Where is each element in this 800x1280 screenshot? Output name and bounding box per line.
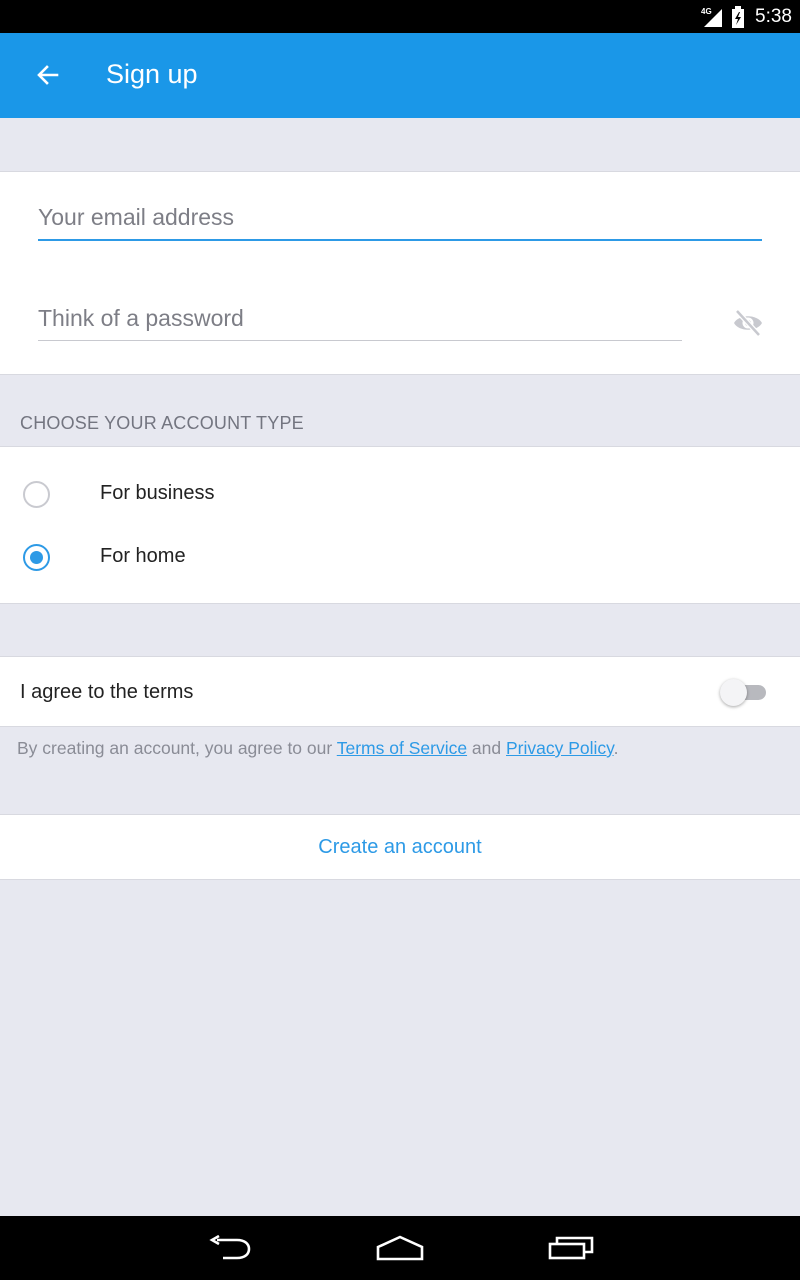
status-time: 5:38	[755, 5, 792, 27]
terms-label: I agree to the terms	[20, 681, 194, 703]
cellular-signal-icon: 4G	[701, 7, 723, 27]
system-nav-bar	[0, 1216, 800, 1280]
radio-business[interactable]	[23, 481, 50, 508]
legal-prefix: By creating an account, you agree to our	[17, 738, 337, 758]
terms-toggle[interactable]	[720, 678, 768, 706]
battery-icon	[732, 5, 745, 28]
back-icon	[209, 1235, 251, 1260]
create-account-button[interactable]: Create an account	[0, 814, 800, 880]
radio-home[interactable]	[23, 544, 50, 571]
privacy-policy-link[interactable]: Privacy Policy	[506, 738, 614, 758]
back-button[interactable]	[26, 53, 70, 97]
terms-of-service-link[interactable]: Terms of Service	[337, 738, 467, 758]
radio-option-home[interactable]: For home	[0, 527, 800, 587]
status-bar: 4G 5:38	[0, 0, 800, 33]
nav-home-button[interactable]	[370, 1226, 430, 1270]
radio-option-business[interactable]: For business	[0, 464, 800, 524]
nav-recents-button[interactable]	[541, 1226, 601, 1270]
legal-suffix: .	[613, 738, 619, 758]
eye-off-icon	[734, 309, 762, 337]
home-icon	[376, 1235, 424, 1261]
status-icons: 4G 5:38	[701, 0, 792, 33]
account-type-card: For business For home	[0, 446, 800, 604]
account-type-header: CHOOSE YOUR ACCOUNT TYPE	[20, 413, 304, 433]
password-visibility-toggle[interactable]	[732, 309, 764, 337]
recents-icon	[548, 1236, 594, 1260]
arrow-left-icon	[37, 65, 59, 85]
network-type-label: 4G	[701, 7, 712, 16]
password-input[interactable]	[38, 305, 682, 340]
radio-label-business: For business	[100, 482, 215, 504]
page-title: Sign up	[106, 59, 198, 89]
credentials-card	[0, 171, 800, 375]
password-field	[38, 305, 682, 341]
nav-back-button[interactable]	[200, 1226, 260, 1270]
email-input[interactable]	[38, 204, 762, 239]
app-bar: Sign up	[0, 33, 800, 118]
terms-row: I agree to the terms	[0, 656, 800, 727]
legal-text: By creating an account, you agree to our…	[17, 738, 619, 759]
toggle-thumb	[720, 679, 747, 706]
radio-label-home: For home	[100, 545, 186, 567]
email-field	[38, 204, 762, 241]
legal-and: and	[467, 738, 506, 758]
